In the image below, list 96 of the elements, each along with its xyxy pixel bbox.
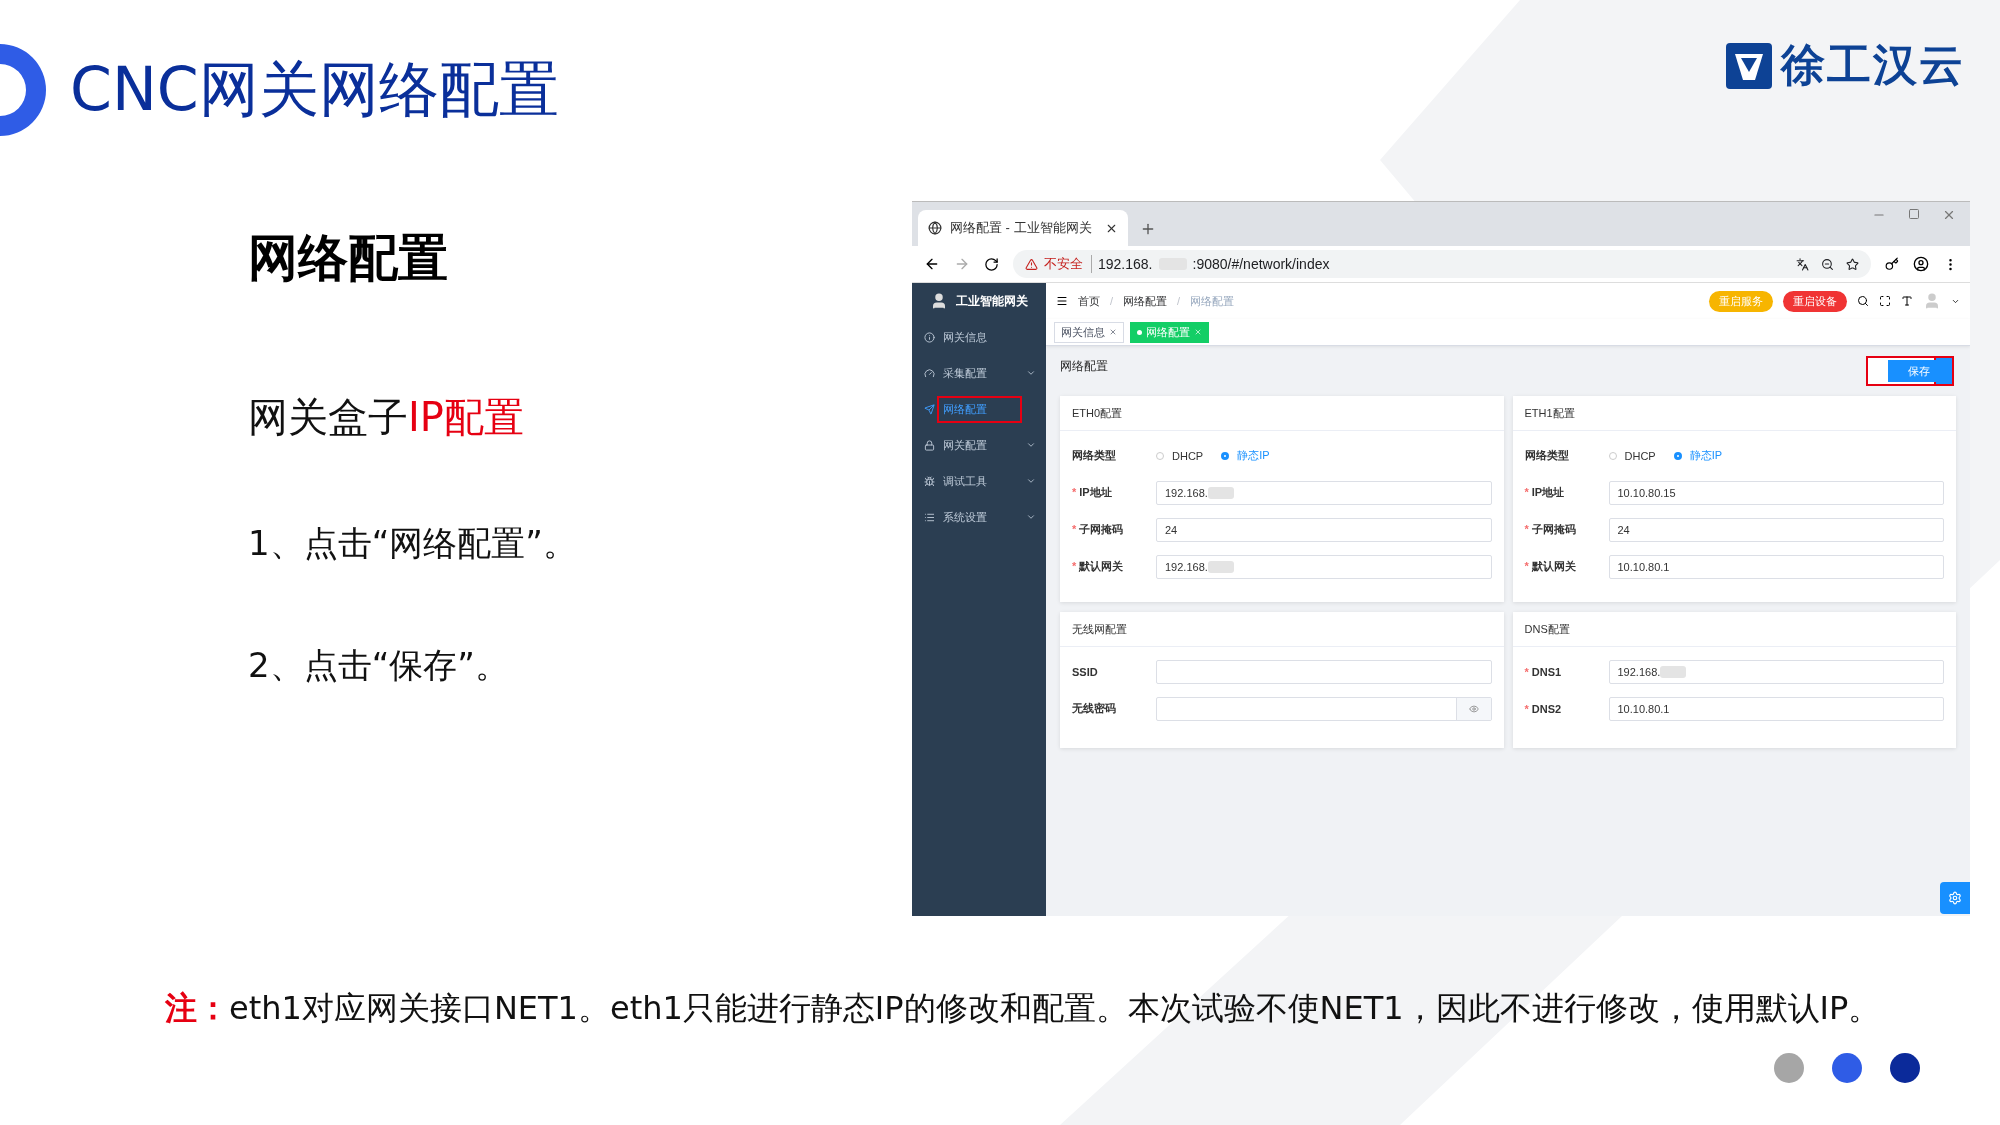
input-field[interactable]: 192.168. [1608, 659, 1944, 684]
section-heading: 网络配置 [248, 228, 449, 289]
field-label: * 默认网关 [1072, 559, 1125, 574]
font-size-icon[interactable] [1901, 295, 1913, 307]
search-icon[interactable] [1857, 295, 1869, 307]
key-icon[interactable] [1885, 257, 1899, 271]
user-icon [930, 292, 948, 310]
field-label: * IP地址 [1524, 485, 1566, 500]
field-label: * 默认网关 [1524, 559, 1577, 574]
globe-icon [928, 221, 942, 235]
radio-label: 静态IP [1689, 448, 1723, 463]
brand-text: 工业智能网关 [956, 292, 1028, 310]
radio-label: 静态IP [1237, 448, 1270, 463]
translate-icon[interactable] [1796, 257, 1809, 271]
menu-icon[interactable] [1056, 295, 1068, 307]
radio-button[interactable] [1673, 451, 1682, 460]
field-label: * IP地址 [1072, 485, 1113, 500]
field-label: * 子网掩码 [1524, 522, 1577, 537]
pager-dot[interactable] [1774, 1053, 1804, 1083]
info-icon [924, 331, 935, 343]
eye-icon [1468, 703, 1479, 714]
note-text: 注：eth1对应网关接口NET1。eth1只能进行静态IP的修改和配置。本次试验不使NET1，因此不进行修改，使用默认IP。 [164, 988, 1882, 1029]
pager-dot[interactable] [1832, 1053, 1862, 1083]
step-text: 2、点击“保存”。 [248, 644, 510, 687]
sidebar-item[interactable]: 调试工具 [912, 463, 1046, 499]
pager-dot[interactable] [1890, 1053, 1920, 1083]
card-title: ETH0配置 [1072, 405, 1123, 421]
step-text: 1、点击“网络配置”。 [248, 522, 577, 565]
field-label: * DNS2 [1524, 702, 1563, 715]
input-field[interactable]: 10.10.80.1 [1608, 696, 1944, 721]
breadcrumb-separator: / [1177, 295, 1181, 307]
breadcrumb-link[interactable]: 网络配置 [1123, 293, 1168, 309]
radio-button[interactable] [1221, 451, 1230, 460]
input-field[interactable] [1156, 659, 1492, 684]
password-field[interactable] [1156, 696, 1492, 721]
field-label: * 子网掩码 [1072, 522, 1125, 537]
radio-button[interactable] [1156, 451, 1164, 460]
chevron-down-icon [1026, 512, 1036, 522]
field-label: SSID [1072, 665, 1099, 678]
card-title: 无线网配置 [1072, 621, 1127, 637]
input-field[interactable]: 192.168. [1156, 554, 1492, 579]
maximize-icon[interactable] [1908, 208, 1920, 220]
lock-icon [924, 439, 935, 451]
redaction-block [1207, 486, 1234, 499]
warning-icon [1025, 257, 1038, 271]
show-password-button[interactable] [1455, 697, 1491, 720]
input-field[interactable]: 24 [1608, 517, 1944, 542]
address-bar[interactable]: 不安全 192.168. :9080/#/network/index [1013, 250, 1871, 278]
subheading: 网关盒子IP配置 [248, 393, 525, 442]
back-icon[interactable] [924, 256, 940, 272]
header-button[interactable]: 重启设备 [1783, 290, 1847, 312]
settings-icon [1948, 891, 1962, 905]
sidebar-item[interactable]: 网络配置 [912, 391, 1046, 427]
fullscreen-icon[interactable] [1879, 295, 1891, 307]
breadcrumb-link[interactable]: 首页 [1078, 293, 1100, 309]
page-title: 网络配置 [1060, 358, 1108, 375]
radio-label: DHCP [1172, 449, 1204, 462]
chevron-down-icon [1026, 476, 1036, 486]
browser-tab[interactable]: 网络配置 - 工业智能网关 [918, 210, 1128, 246]
input-field[interactable]: 10.10.80.1 [1608, 554, 1944, 579]
forward-icon[interactable] [954, 256, 970, 272]
redaction-block [1660, 665, 1687, 678]
card-title: ETH1配置 [1524, 405, 1575, 421]
chevron-down-icon [1026, 368, 1036, 378]
gauge-icon [924, 367, 935, 379]
sidebar-item[interactable]: 网关配置 [912, 427, 1046, 463]
sidebar-item[interactable]: 系统设置 [912, 499, 1046, 535]
logo-icon [1725, 41, 1773, 90]
page-tab[interactable]: 网关信息 [1054, 321, 1124, 343]
input-field[interactable]: 10.10.80.15 [1608, 480, 1944, 505]
reload-icon[interactable] [984, 256, 999, 272]
radio-button[interactable] [1608, 451, 1617, 460]
list-icon [924, 511, 935, 523]
sidebar-item[interactable]: 网关信息 [912, 319, 1046, 355]
account-icon[interactable] [1913, 256, 1929, 272]
slide-title: CNC网关网络配置 [70, 52, 559, 126]
card-title: DNS配置 [1524, 621, 1570, 637]
sidebar-item[interactable]: 采集配置 [912, 355, 1046, 391]
input-field[interactable]: 192.168. [1156, 480, 1492, 505]
field-label: * DNS1 [1524, 665, 1563, 678]
field-label: 网络类型 [1524, 448, 1570, 463]
breadcrumb-separator: / [1110, 295, 1114, 307]
logo-text: 徐工汉云 [1781, 38, 1965, 92]
star-icon[interactable] [1846, 257, 1859, 271]
zoom-out-icon[interactable] [1821, 257, 1834, 271]
field-label: 无线密码 [1072, 701, 1117, 716]
new-tab-icon[interactable] [1140, 221, 1156, 237]
radio-label: DHCP [1624, 449, 1656, 462]
field-label: 网络类型 [1072, 448, 1117, 463]
chevron-down-icon [1026, 440, 1036, 450]
status-dot [1137, 329, 1142, 335]
input-field[interactable]: 24 [1156, 517, 1492, 542]
bug-icon [924, 475, 935, 487]
redaction-block [1207, 560, 1234, 573]
settings-button[interactable] [1940, 882, 1970, 914]
paper-plane-icon [924, 403, 935, 415]
